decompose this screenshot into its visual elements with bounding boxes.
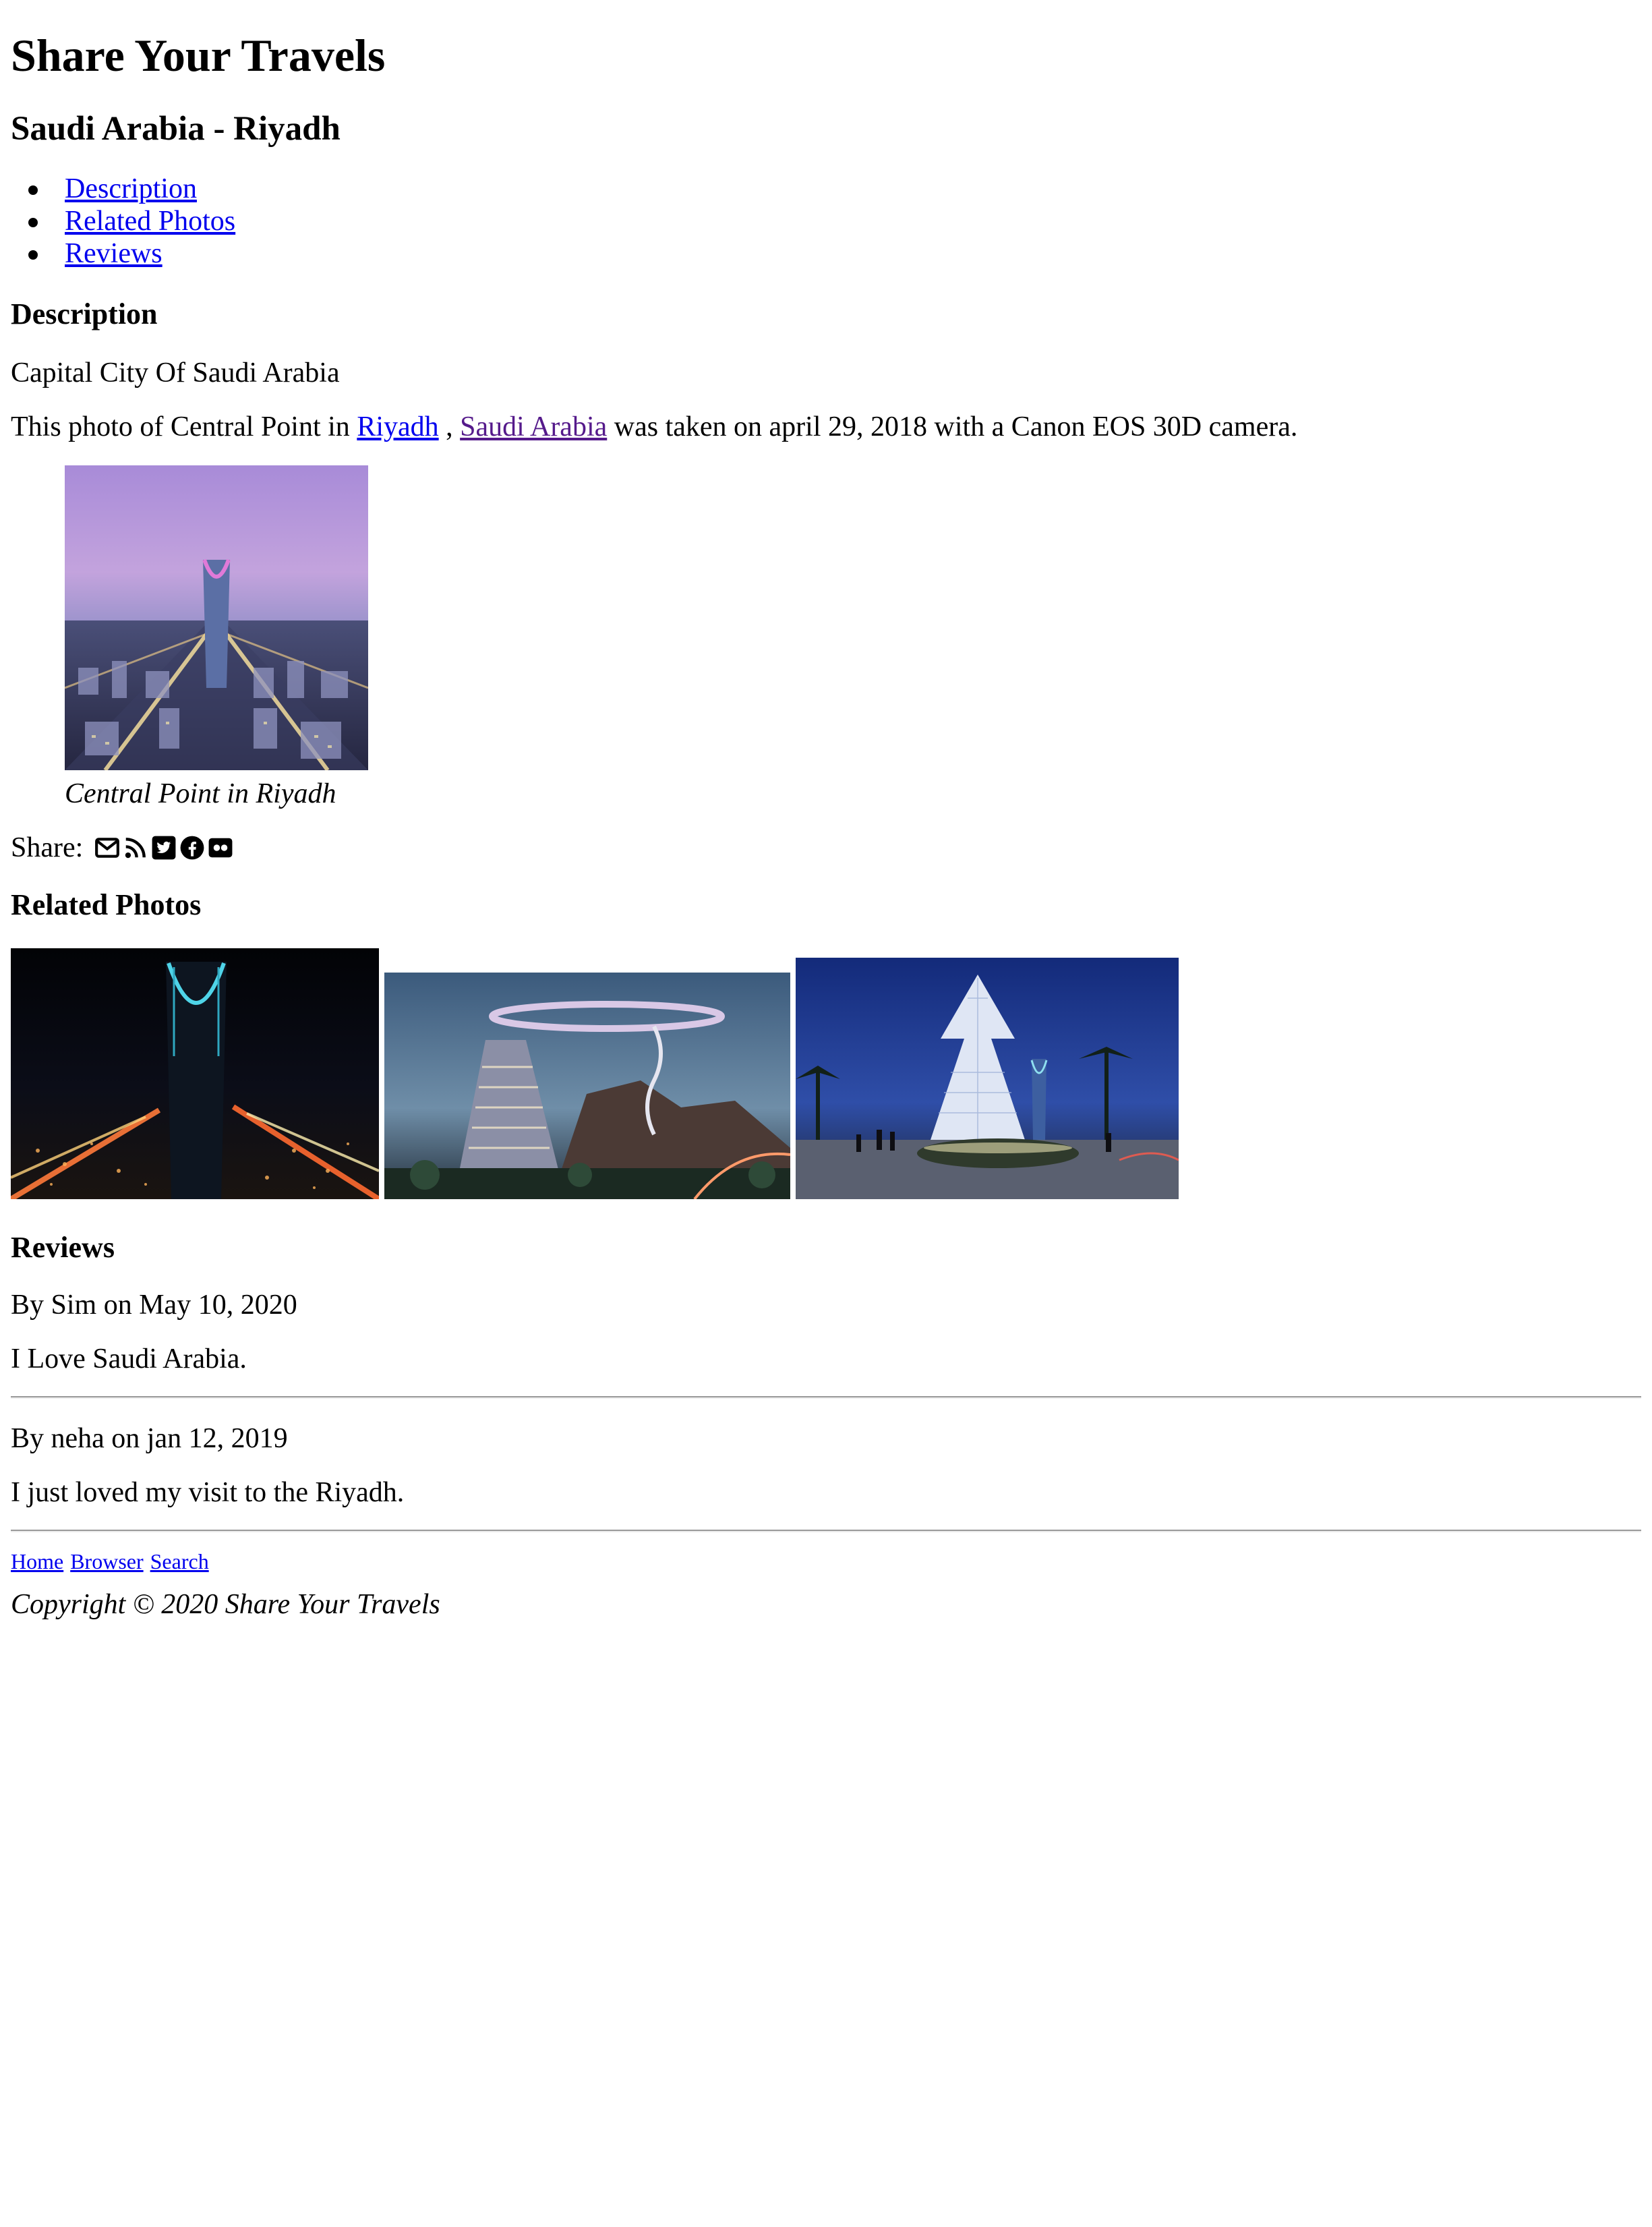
related-photo-1[interactable] bbox=[11, 948, 379, 1199]
related-photos-heading: Related Photos bbox=[11, 888, 202, 921]
copyright: Copyright © 2020 Share Your Travels bbox=[11, 1589, 440, 1620]
share-row: Share: bbox=[11, 834, 233, 862]
review-divider-2 bbox=[11, 1530, 1641, 1532]
footer-link-home[interactable]: Home bbox=[11, 1549, 63, 1573]
main-photo bbox=[65, 465, 368, 770]
related-photo-2[interactable] bbox=[384, 973, 790, 1199]
share-label: Share: bbox=[11, 832, 84, 863]
figure-caption: Central Point in Riyadh bbox=[65, 778, 336, 809]
twitter-icon[interactable] bbox=[151, 835, 177, 861]
nav-item-description: Description bbox=[28, 173, 235, 205]
nav-link-reviews[interactable]: Reviews bbox=[65, 238, 163, 269]
review-2-text: I just loved my visit to the Riyadh. bbox=[11, 1477, 405, 1508]
nav-link-related-photos[interactable]: Related Photos bbox=[65, 206, 235, 237]
related-photo-3[interactable] bbox=[796, 958, 1179, 1199]
photo-description: This photo of Central Point in Riyadh , … bbox=[11, 413, 1297, 441]
footer-nav: Home Browser Search bbox=[11, 1546, 216, 1574]
flickr-icon[interactable] bbox=[208, 835, 233, 861]
photo-description-separator: , bbox=[446, 411, 453, 442]
country-link[interactable]: Saudi Arabia bbox=[460, 411, 607, 442]
nav-item-related-photos: Related Photos bbox=[28, 205, 235, 237]
photo-description-prefix: This photo of Central Point in bbox=[11, 411, 350, 442]
footer-link-search[interactable]: Search bbox=[150, 1549, 209, 1573]
page-heading: Saudi Arabia - Riyadh bbox=[11, 110, 341, 148]
share-icons bbox=[94, 835, 233, 861]
review-1-byline: By Sim on May 10, 2020 bbox=[11, 1290, 297, 1321]
footer-link-browser[interactable]: Browser bbox=[70, 1549, 143, 1573]
section-nav: Description Related Photos Reviews bbox=[28, 173, 235, 270]
review-divider-1 bbox=[11, 1396, 1641, 1399]
page: Share Your Travels Saudi Arabia - Riyadh… bbox=[0, 0, 1652, 2227]
description-heading: Description bbox=[11, 297, 158, 330]
review-2-byline: By neha on jan 12, 2019 bbox=[11, 1423, 288, 1454]
nav-link-description[interactable]: Description bbox=[65, 173, 197, 204]
site-title: Share Your Travels bbox=[11, 30, 386, 81]
rss-icon[interactable] bbox=[123, 835, 148, 861]
description-subtitle: Capital City Of Saudi Arabia bbox=[11, 357, 340, 388]
reviews-heading: Reviews bbox=[11, 1231, 115, 1264]
facebook-icon[interactable] bbox=[179, 835, 205, 861]
nav-item-reviews: Reviews bbox=[28, 237, 235, 270]
photo-description-suffix: was taken on april 29, 2018 with a Canon… bbox=[614, 411, 1298, 442]
envelope-icon[interactable] bbox=[94, 835, 120, 861]
review-1-text: I Love Saudi Arabia. bbox=[11, 1343, 247, 1375]
city-link[interactable]: Riyadh bbox=[357, 411, 438, 442]
